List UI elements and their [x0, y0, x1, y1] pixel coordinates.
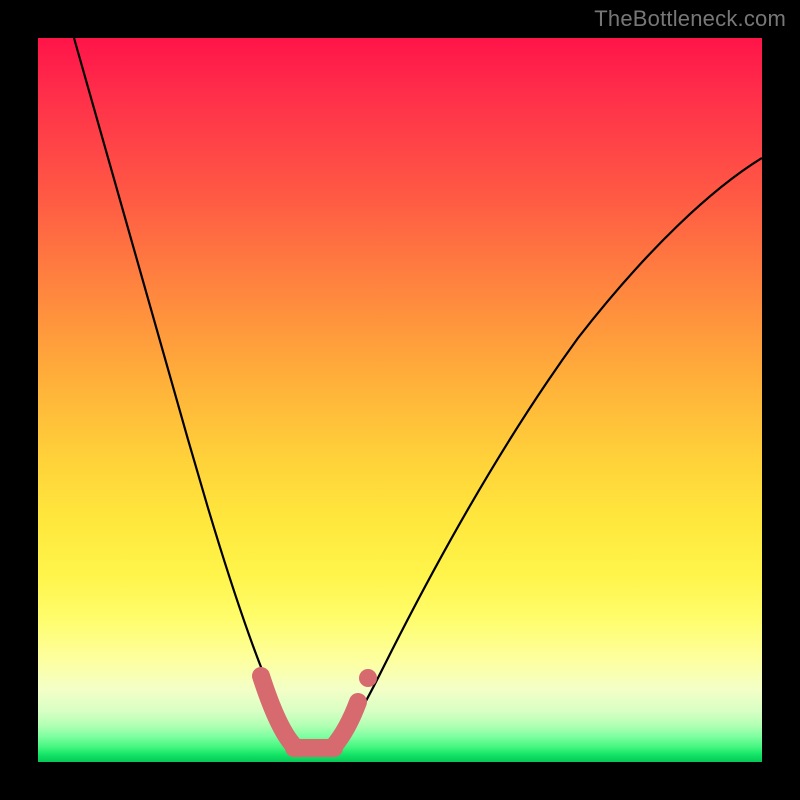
- watermark-text: TheBottleneck.com: [594, 6, 786, 32]
- bottleneck-curve: [74, 38, 762, 753]
- chart-frame: TheBottleneck.com: [0, 0, 800, 800]
- chart-svg: [38, 38, 762, 762]
- trough-highlight: [261, 669, 377, 748]
- chart-plot-area: [38, 38, 762, 762]
